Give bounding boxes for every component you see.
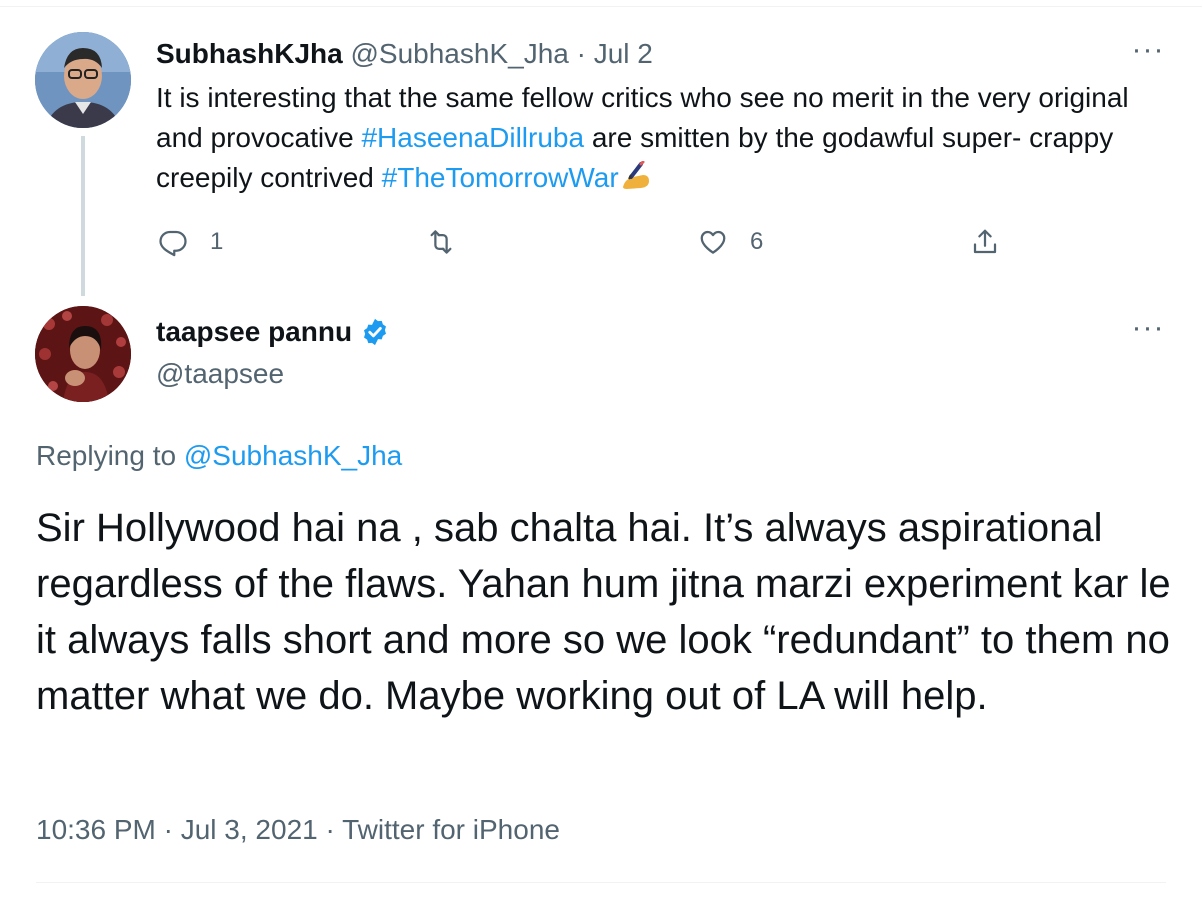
- tweet-author-name[interactable]: taapsee pannu: [156, 314, 390, 350]
- tweet-thread: SubhashKJha @SubhashK_Jha · Jul 2 ··· It…: [0, 0, 1202, 898]
- more-horizontal-icon[interactable]: ···: [1128, 313, 1168, 343]
- reply-button[interactable]: 1: [158, 222, 223, 262]
- parent-tweet-text: It is interesting that the same fellow c…: [156, 78, 1156, 198]
- avatar-subhashkjha[interactable]: [35, 32, 131, 128]
- like-count: 6: [750, 228, 764, 255]
- retweet-button[interactable]: [426, 222, 478, 262]
- writing-hand-emoji-icon: [619, 160, 653, 191]
- reply-icon: [159, 230, 187, 257]
- divider: [36, 882, 1166, 883]
- like-button[interactable]: 6: [698, 222, 763, 262]
- replying-to-prefix: Replying to: [36, 440, 184, 471]
- avatar-taapsee[interactable]: [35, 306, 131, 402]
- thread-connector-line: [81, 136, 85, 296]
- divider: [0, 6, 1202, 7]
- heart-icon: [700, 230, 726, 254]
- retweet-icon: [430, 230, 452, 254]
- parent-tweet-header: SubhashKJha @SubhashK_Jha · Jul 2: [156, 36, 653, 72]
- parent-display-name[interactable]: SubhashKJha: [156, 38, 343, 69]
- display-name[interactable]: taapsee pannu: [156, 314, 352, 350]
- author-handle[interactable]: @taapsee: [156, 356, 284, 392]
- share-icon: [973, 229, 997, 254]
- parent-tweet-actions: 1 6: [156, 222, 1036, 262]
- verified-badge-icon: [364, 318, 387, 346]
- more-horizontal-icon[interactable]: ···: [1128, 35, 1168, 65]
- replying-to-mention-link[interactable]: @SubhashK_Jha: [184, 440, 402, 471]
- tweet-timestamp-and-source[interactable]: 10:36 PM · Jul 3, 2021 · Twitter for iPh…: [36, 812, 560, 848]
- parent-handle-and-date[interactable]: @SubhashK_Jha · Jul 2: [350, 38, 652, 69]
- share-button[interactable]: [970, 222, 1000, 262]
- hashtag-link-thetomorrowwar[interactable]: #TheTomorrowWar: [382, 162, 619, 193]
- reply-count: 1: [210, 228, 224, 255]
- hashtag-link-haseenadillruba[interactable]: #HaseenaDillruba: [361, 122, 584, 153]
- replying-to: Replying to @SubhashK_Jha: [36, 438, 402, 474]
- tweet-text: Sir Hollywood hai na , sab chalta hai. I…: [36, 506, 1171, 718]
